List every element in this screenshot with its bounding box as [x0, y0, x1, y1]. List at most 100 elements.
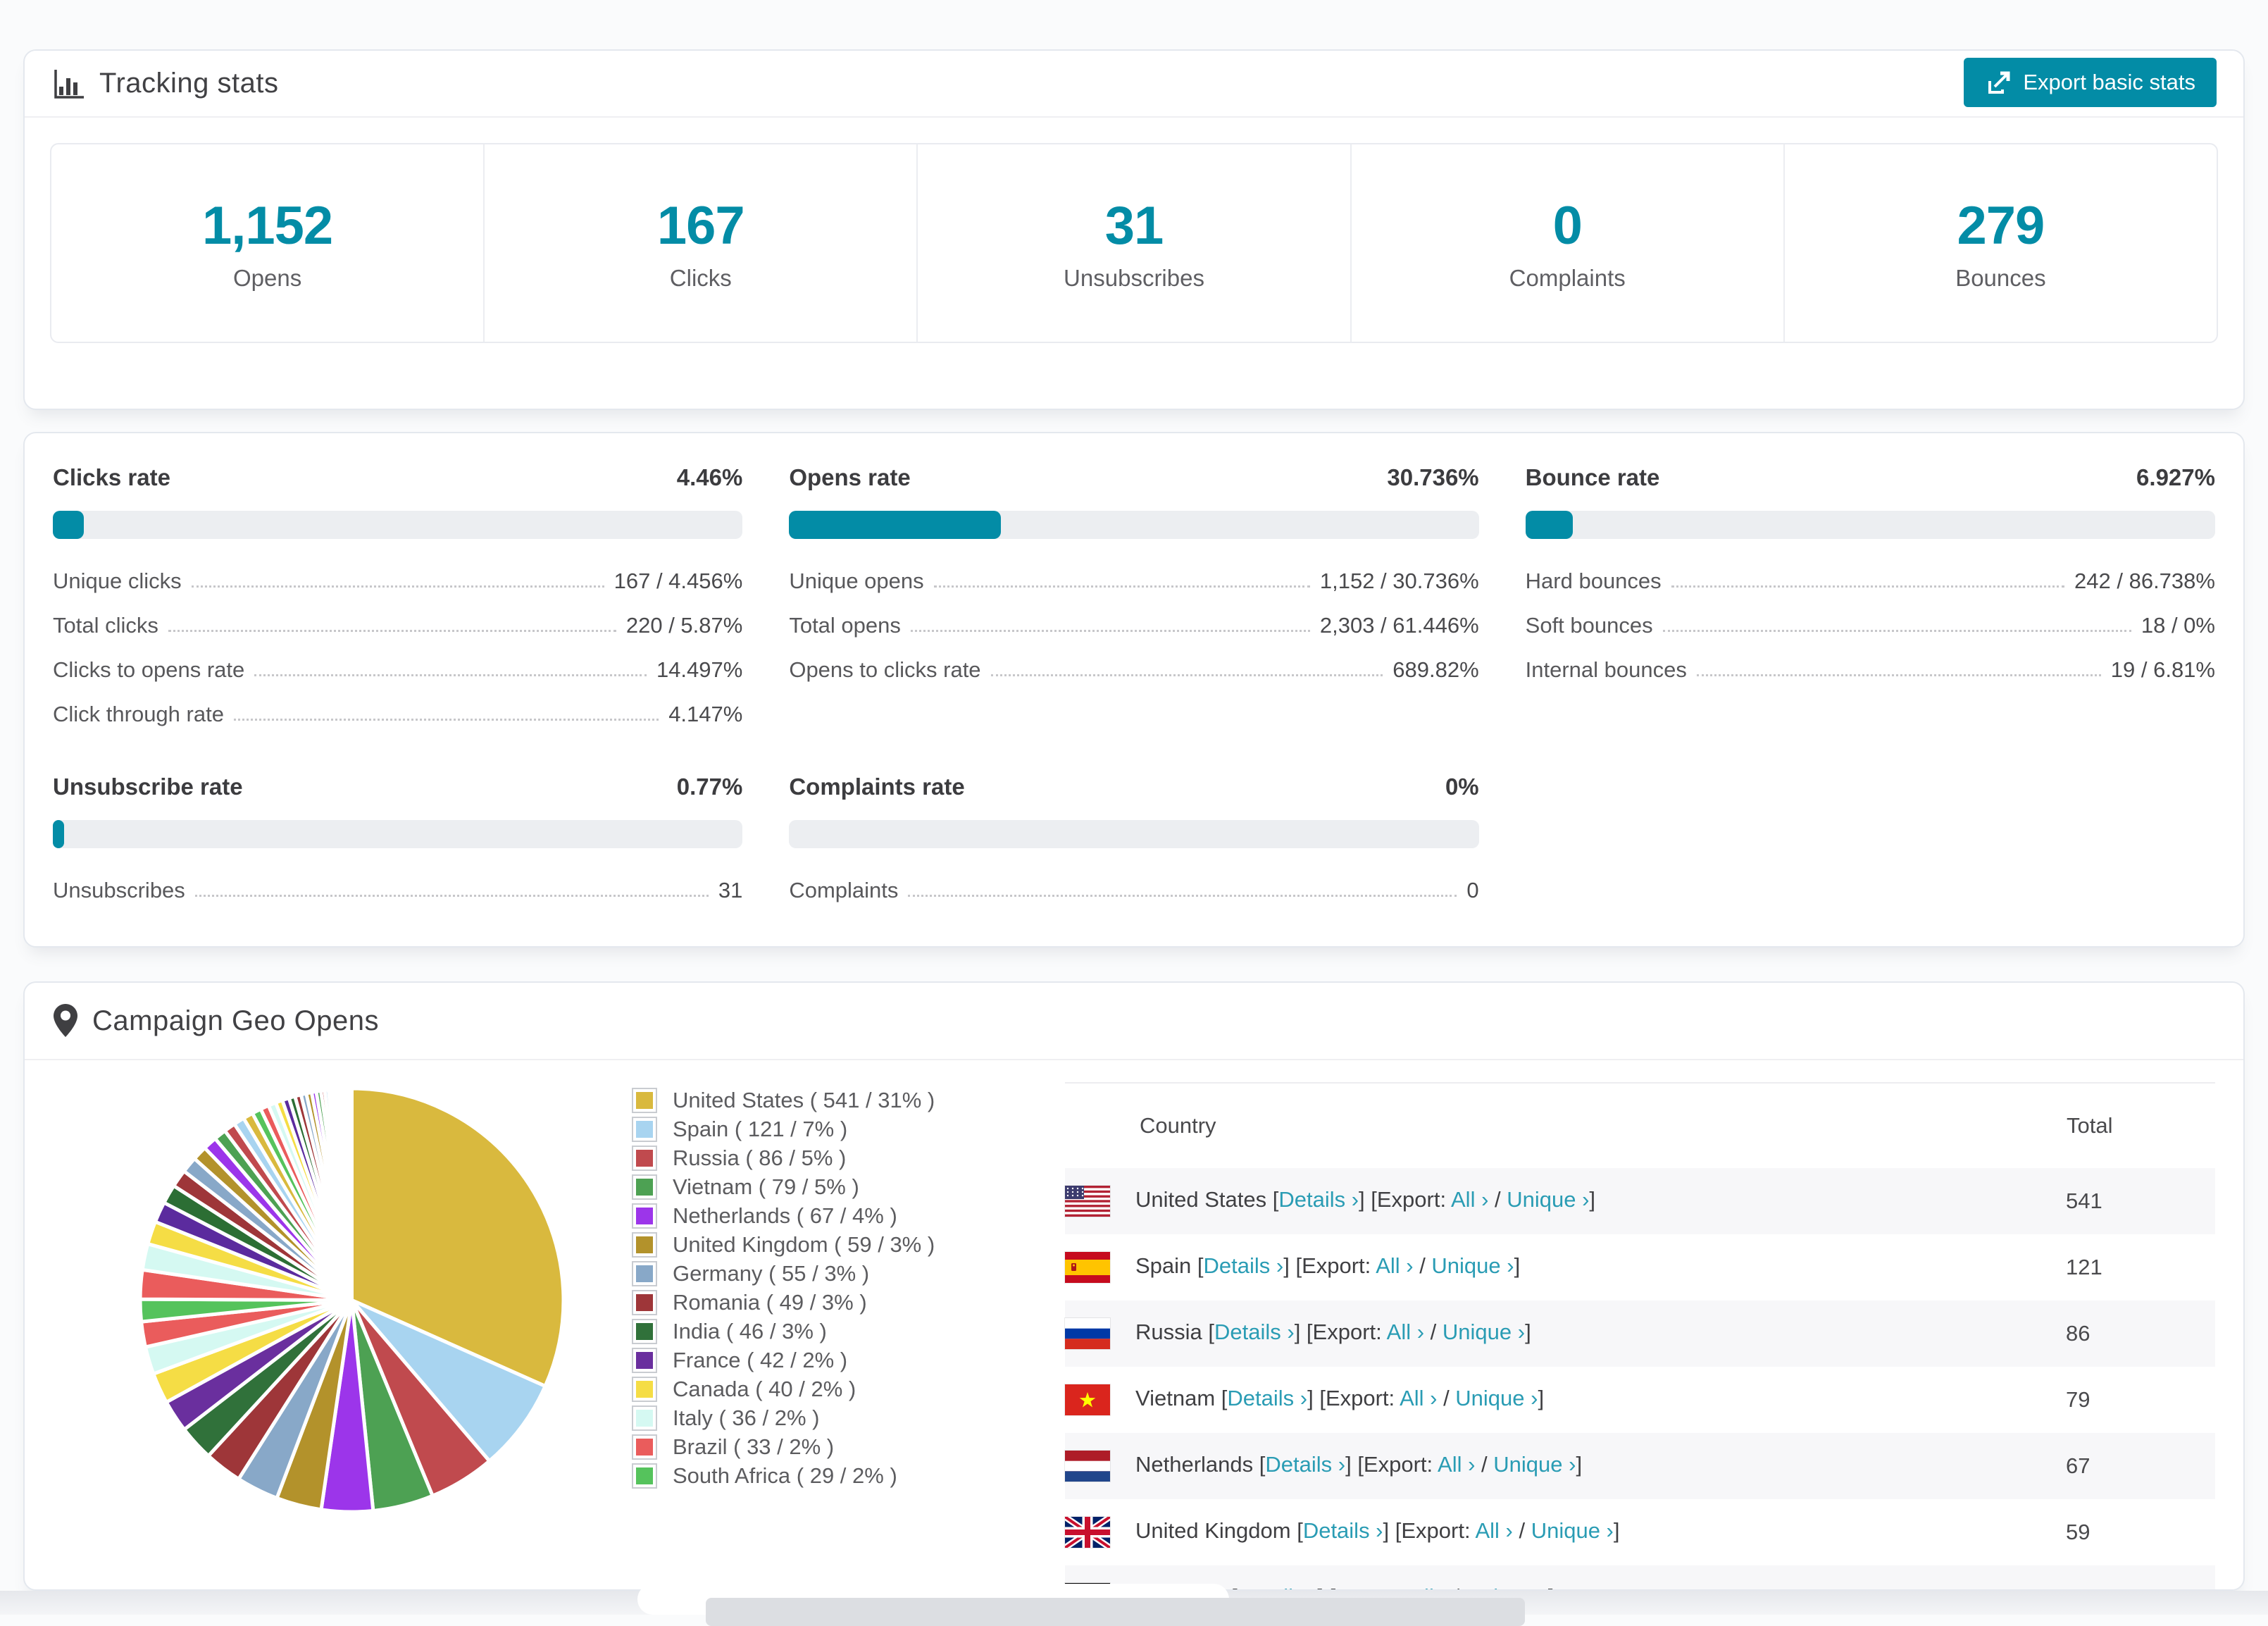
details-link[interactable]: Details ›: [1303, 1518, 1383, 1543]
rate-title: Unsubscribe rate: [53, 774, 243, 800]
stat-row-value: 14.497%: [656, 657, 743, 682]
export-unique-link[interactable]: Unique ›: [1431, 1253, 1514, 1278]
details-link[interactable]: Details ›: [1265, 1452, 1345, 1477]
legend-label: Italy ( 36 / 2% ): [673, 1405, 820, 1430]
dotted-leader: [1696, 674, 2101, 676]
rate-progress-bar: [789, 511, 1479, 539]
stat-row: Complaints 0: [789, 878, 1478, 903]
export-all-link[interactable]: All ›: [1376, 1253, 1413, 1278]
details-link[interactable]: Details ›: [1204, 1253, 1284, 1278]
rate-block: Bounce rate 6.927% Hard bounces 242 / 86…: [1525, 464, 2215, 727]
rate-progress-bar: [53, 511, 743, 539]
export-all-link[interactable]: All ›: [1400, 1386, 1437, 1410]
export-all-link[interactable]: All ›: [1451, 1187, 1488, 1212]
stat-row-value: 1,152 / 30.736%: [1319, 569, 1479, 593]
country-column-header: Country: [1065, 1082, 2066, 1168]
export-unique-link[interactable]: Unique ›: [1466, 1584, 1548, 1589]
legend-label: Netherlands ( 67 / 4% ): [673, 1203, 897, 1228]
export-unique-link[interactable]: Unique ›: [1443, 1320, 1525, 1344]
legend-label: Vietnam ( 79 / 5% ): [673, 1174, 859, 1199]
legend-label: Canada ( 40 / 2% ): [673, 1376, 856, 1401]
export-unique-link[interactable]: Unique ›: [1531, 1518, 1614, 1543]
summary-stat-value: 1,152: [202, 195, 333, 256]
rate-block: Opens rate 30.736% Unique opens 1,152 / …: [789, 464, 1479, 727]
export-button-label: Export basic stats: [2023, 70, 2195, 94]
legend-swatch: [632, 1145, 657, 1171]
dotted-leader: [168, 630, 616, 632]
country-table-row: Vietnam [Details ›] [Export: All › / Uni…: [1065, 1367, 2215, 1433]
flag-ru-icon: [1065, 1318, 1110, 1349]
legend-item: Canada ( 40 / 2% ): [632, 1374, 1016, 1403]
legend-item: Vietnam ( 79 / 5% ): [632, 1172, 1016, 1201]
stat-row-value: 167 / 4.456%: [613, 569, 743, 593]
export-all-link[interactable]: All ›: [1438, 1452, 1475, 1477]
map-pin-icon: [53, 1003, 78, 1038]
summary-stat-value: 279: [1957, 195, 2045, 256]
details-link[interactable]: Details ›: [1214, 1320, 1295, 1344]
summary-stat-label: Complaints: [1509, 264, 1626, 291]
export-basic-stats-button[interactable]: Export basic stats: [1964, 58, 2217, 107]
summary-stat: 279 Bounces: [1785, 144, 2217, 342]
geo-header: Campaign Geo Opens: [25, 983, 2243, 1060]
rate-block: Unsubscribe rate 0.77% Unsubscribes 31: [53, 774, 743, 903]
country-table-row: United States [Details ›] [Export: All ›…: [1065, 1168, 2215, 1234]
dotted-leader: [254, 674, 647, 676]
rate-progress-bar: [1525, 511, 2215, 539]
dotted-leader: [1662, 630, 2131, 632]
stat-row: Soft bounces 18 / 0%: [1526, 613, 2215, 638]
stat-row: Opens to clicks rate 689.82%: [789, 657, 1478, 683]
rate-block: Clicks rate 4.46% Unique clicks 167 / 4.…: [53, 464, 743, 727]
summary-stat-label: Bounces: [1955, 264, 2046, 291]
export-unique-link[interactable]: Unique ›: [1507, 1187, 1589, 1212]
export-icon: [1985, 69, 2012, 96]
geo-legend: United States ( 541 / 31% ) Spain ( 121 …: [632, 1086, 1016, 1490]
export-all-link[interactable]: All ›: [1475, 1518, 1512, 1543]
country-table-row: Russia [Details ›] [Export: All › / Uniq…: [1065, 1301, 2215, 1367]
rate-value: 6.927%: [2136, 464, 2215, 490]
country-total: 541: [2066, 1189, 2102, 1213]
legend-swatch: [632, 1318, 657, 1344]
country-name: United Kingdom: [1135, 1518, 1291, 1544]
legend-label: Russia ( 86 / 5% ): [673, 1145, 847, 1170]
legend-item: Italy ( 36 / 2% ): [632, 1403, 1016, 1432]
dotted-leader: [910, 630, 1310, 632]
legend-item: South Africa ( 29 / 2% ): [632, 1461, 1016, 1490]
details-link[interactable]: Details ›: [1278, 1187, 1359, 1212]
export-all-link[interactable]: All ›: [1409, 1584, 1447, 1589]
details-link[interactable]: Details ›: [1238, 1584, 1318, 1589]
rate-progress-bar: [789, 820, 1479, 848]
dotted-leader: [908, 895, 1457, 897]
legend-label: India ( 46 / 3% ): [673, 1318, 827, 1343]
tracking-stats-header: Tracking stats Export basic stats: [25, 51, 2243, 118]
legend-swatch: [632, 1376, 657, 1402]
rate-block: Complaints rate 0% Complaints 0: [789, 774, 1479, 903]
geo-table-header-row: Country Total: [1065, 1082, 2215, 1168]
rate-title: Clicks rate: [53, 464, 170, 490]
flag-gb-icon: [1065, 1517, 1110, 1548]
flag-nl-icon: [1065, 1451, 1110, 1482]
flag-vn-icon: [1065, 1384, 1110, 1415]
stat-row-label: Complaints: [789, 878, 899, 902]
legend-item: United Kingdom ( 59 / 3% ): [632, 1230, 1016, 1259]
legend-swatch: [632, 1203, 657, 1229]
details-link[interactable]: Details ›: [1227, 1386, 1307, 1410]
stat-row: Total clicks 220 / 5.87%: [53, 613, 742, 638]
legend-label: United Kingdom ( 59 / 3% ): [673, 1231, 935, 1257]
legend-swatch: [632, 1463, 657, 1489]
stat-row-label: Hard bounces: [1525, 569, 1662, 593]
flag-es-icon: [1065, 1252, 1110, 1283]
export-unique-link[interactable]: Unique ›: [1493, 1452, 1576, 1477]
export-all-link[interactable]: All ›: [1387, 1320, 1424, 1344]
rate-value: 0%: [1445, 774, 1479, 800]
summary-stat: 167 Clicks: [485, 144, 918, 342]
geo-title: Campaign Geo Opens: [92, 1005, 380, 1036]
dotted-leader: [990, 674, 1383, 676]
rate-progress-bar: [53, 820, 743, 848]
bar-chart-icon: [53, 68, 85, 100]
tracking-stats-card: Tracking stats Export basic stats 1,152 …: [23, 49, 2245, 410]
country-total: 59: [2066, 1520, 2091, 1544]
stat-row-value: 689.82%: [1392, 657, 1479, 682]
stat-row-label: Opens to clicks rate: [789, 657, 981, 682]
stat-row: Clicks to opens rate 14.497%: [53, 657, 742, 683]
export-unique-link[interactable]: Unique ›: [1455, 1386, 1538, 1410]
